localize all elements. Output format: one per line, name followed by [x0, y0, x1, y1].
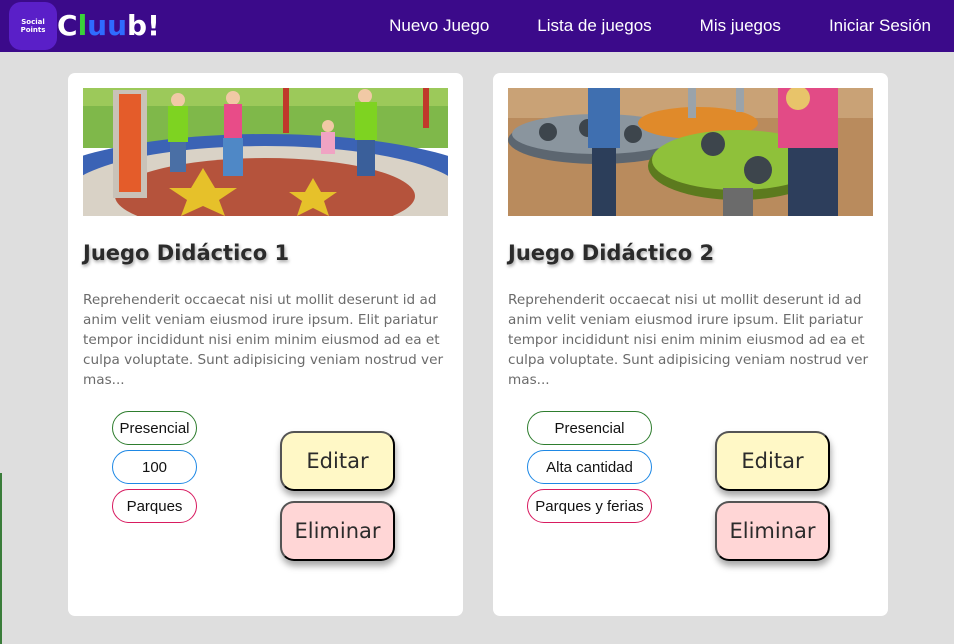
nav-link-new-game[interactable]: Nuevo Juego	[389, 16, 489, 36]
game-card-title: Juego Didáctico 1	[83, 241, 290, 265]
tag-quantity: Alta cantidad	[527, 450, 652, 484]
top-navbar: Social Points Cluub! Nuevo Juego Lista d…	[0, 0, 954, 52]
game-card: Juego Didáctico 1 Reprehenderit occaecat…	[68, 73, 463, 616]
game-card-image	[508, 88, 873, 216]
nav-link-games-list[interactable]: Lista de juegos	[537, 16, 651, 36]
playground-photo	[508, 88, 873, 216]
nav-link-my-games[interactable]: Mis juegos	[700, 16, 781, 36]
main-nav: Nuevo Juego Lista de juegos Mis juegos I…	[389, 0, 954, 52]
tag-quantity: 100	[112, 450, 197, 484]
game-card: Juego Didáctico 2 Reprehenderit occaecat…	[493, 73, 888, 616]
cluub-wordmark[interactable]: Cluub!	[57, 8, 160, 44]
tag-place: Parques y ferias	[527, 489, 652, 523]
tag-place: Parques	[112, 489, 197, 523]
game-card-image	[83, 88, 448, 216]
playground-photo	[83, 88, 448, 216]
logo-badge-line2: Points	[20, 26, 46, 34]
game-card-title: Juego Didáctico 2	[508, 241, 715, 265]
nav-link-login[interactable]: Iniciar Sesión	[829, 16, 931, 36]
wordmark-part: b!	[127, 9, 160, 42]
edit-button[interactable]: Editar	[715, 431, 830, 491]
page-edge-accent	[0, 473, 2, 644]
wordmark-part: uu	[87, 9, 128, 42]
social-points-logo[interactable]: Social Points	[9, 2, 57, 50]
wordmark-part: l	[77, 9, 88, 42]
wordmark-part: C	[57, 9, 78, 42]
logo-badge-line1: Social	[21, 18, 45, 26]
tag-modality: Presencial	[112, 411, 197, 445]
game-card-description: Reprehenderit occaecat nisi ut mollit de…	[83, 292, 444, 388]
game-card-description: Reprehenderit occaecat nisi ut mollit de…	[508, 292, 869, 388]
delete-button[interactable]: Eliminar	[715, 501, 830, 561]
tag-modality: Presencial	[527, 411, 652, 445]
delete-button[interactable]: Eliminar	[280, 501, 395, 561]
edit-button[interactable]: Editar	[280, 431, 395, 491]
